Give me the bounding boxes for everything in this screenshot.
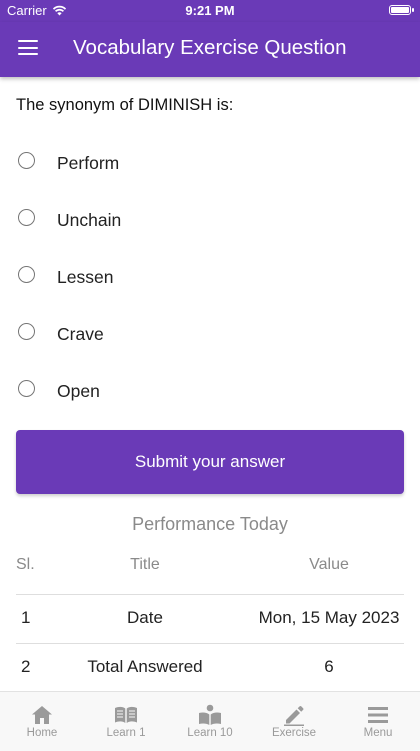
tab-label: Learn 1 — [106, 727, 146, 739]
open-book-icon — [115, 706, 137, 723]
answer-option-unchain[interactable]: Unchain — [16, 207, 396, 237]
tab-menu[interactable]: Menu — [336, 692, 420, 751]
table-cell-value: Mon, 15 May 2023 — [258, 608, 400, 627]
radio-button[interactable] — [18, 323, 35, 340]
status-bar: Carrier 9:21 PM — [0, 0, 420, 22]
submit-answer-button[interactable]: Submit your answer — [16, 430, 404, 494]
question-text: The synonym of DIMINISH is: — [16, 96, 234, 114]
tab-learn-1[interactable]: Learn 1 — [84, 692, 168, 751]
performance-title: Performance Today — [132, 514, 288, 534]
tab-label: Exercise — [271, 727, 317, 739]
radio-button[interactable] — [18, 152, 35, 169]
answer-option-label: Lessen — [57, 267, 114, 287]
column-header-value: Value — [309, 556, 349, 573]
table-divider — [16, 594, 404, 595]
tab-exercise[interactable]: Exercise — [252, 692, 336, 751]
tab-learn-10[interactable]: Learn 10 — [168, 692, 252, 751]
table-divider — [16, 643, 404, 644]
answer-option-lessen[interactable]: Lessen — [16, 264, 396, 294]
drawer-menu-button[interactable] — [18, 40, 38, 56]
radio-button[interactable] — [18, 266, 35, 283]
bottom-tab-bar: Home Learn 1 Learn 10 Exercise Menu — [0, 691, 420, 751]
app-bar: Vocabulary Exercise Question — [0, 22, 420, 77]
column-header-title: Title — [130, 556, 160, 573]
table-cell-sl: 2 — [21, 657, 31, 676]
hamburger-icon — [368, 707, 388, 723]
radio-button[interactable] — [18, 380, 35, 397]
table-cell-sl: 1 — [21, 608, 31, 627]
table-cell-value: 6 — [324, 657, 334, 676]
column-header-sl: Sl. — [16, 556, 35, 573]
pencil-icon — [284, 706, 304, 726]
table-cell-title: Total Answered — [87, 657, 203, 676]
tab-label: Learn 10 — [187, 727, 233, 739]
answer-option-open[interactable]: Open — [16, 378, 396, 408]
answer-option-crave[interactable]: Crave — [16, 321, 396, 351]
answer-option-label: Unchain — [57, 210, 122, 230]
radio-button[interactable] — [18, 209, 35, 226]
tab-home[interactable]: Home — [0, 692, 84, 751]
home-icon — [32, 706, 52, 724]
tab-label: Menu — [363, 727, 393, 739]
battery-icon — [389, 5, 414, 15]
answer-option-perform[interactable]: Perform — [16, 150, 396, 180]
page-title: Vocabulary Exercise Question — [73, 36, 347, 59]
answer-option-label: Perform — [57, 153, 120, 173]
tab-label: Home — [26, 727, 58, 739]
status-time: 9:21 PM — [185, 3, 235, 18]
answer-option-label: Crave — [57, 324, 104, 344]
answer-option-label: Open — [57, 381, 100, 401]
reader-icon — [199, 704, 221, 725]
table-cell-title: Date — [127, 608, 163, 627]
